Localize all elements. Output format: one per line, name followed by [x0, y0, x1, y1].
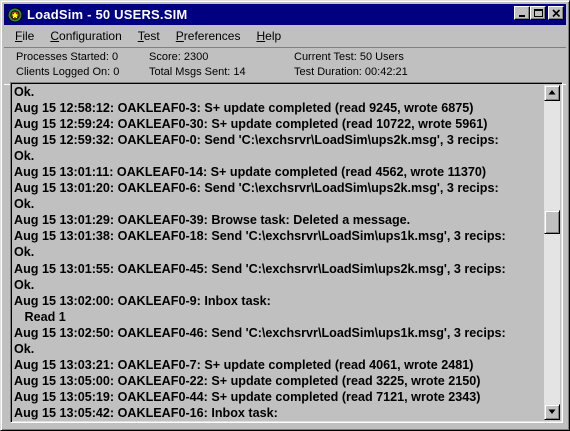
- log-line: Aug 15 13:05:00: OAKLEAF0-22: S+ update …: [14, 373, 481, 388]
- log-line: Ok.: [14, 197, 35, 212]
- log-line: Aug 15 12:59:24: OAKLEAF0-30: S+ update …: [14, 117, 488, 132]
- log-output[interactable]: Ok. Aug 15 12:58:12: OAKLEAF0-3: S+ updat…: [10, 82, 563, 423]
- menu-configuration-accel: C: [50, 29, 60, 43]
- log-line: Aug 15 13:05:42: OAKLEAF0-16: Inbox task…: [14, 405, 278, 420]
- log-line: Aug 15 13:01:38: OAKLEAF0-18: Send 'C:\e…: [14, 229, 506, 244]
- menu-preferences-rest: references: [183, 29, 241, 43]
- log-lines: Ok. Aug 15 12:58:12: OAKLEAF0-3: S+ updat…: [14, 84, 544, 421]
- menu-test-rest: est: [143, 29, 160, 43]
- status-panel: Processes Started: 0 Clients Logged On: …: [4, 47, 566, 85]
- log-line: Ok.: [14, 85, 35, 99]
- log-line: Aug 15 13:03:21: OAKLEAF0-7: S+ update c…: [14, 357, 474, 372]
- close-button[interactable]: [548, 6, 564, 20]
- title-buttons: [514, 6, 564, 20]
- menu-test[interactable]: Test: [128, 29, 166, 43]
- test-duration: Test Duration: 00:42:21: [294, 66, 408, 78]
- scroll-up-arrow-icon: [548, 90, 556, 95]
- scroll-down-button[interactable]: [544, 404, 560, 420]
- minimize-button[interactable]: [514, 6, 530, 20]
- log-line: Aug 15 13:05:19: OAKLEAF0-44: S+ update …: [14, 389, 481, 404]
- log-line: Aug 15 13:01:20: OAKLEAF0-6: Send 'C:\ex…: [14, 181, 499, 196]
- maximize-icon: [534, 9, 543, 17]
- log-line: Ok.: [14, 341, 35, 356]
- clients-logged-on: Clients Logged On: 0: [16, 66, 120, 78]
- menu-help[interactable]: Help: [246, 29, 287, 43]
- log-line: Aug 15 13:02:50: OAKLEAF0-46: Send 'C:\e…: [14, 325, 506, 340]
- title-bar[interactable]: LoadSim - 50 USERS.SIM: [4, 4, 566, 25]
- maximize-button[interactable]: [530, 6, 546, 20]
- log-line: Aug 15 13:01:55: OAKLEAF0-45: Send 'C:\e…: [14, 261, 506, 276]
- menu-file[interactable]: File: [4, 29, 40, 43]
- menu-bar: File Configuration Test Preferences Help: [4, 27, 566, 45]
- score: Score: 2300: [149, 51, 209, 63]
- menu-help-rest: elp: [265, 29, 282, 43]
- log-line: Ok.: [14, 245, 35, 260]
- menu-preferences-accel: P: [175, 29, 184, 43]
- loadsim-app-icon[interactable]: [7, 7, 23, 23]
- close-icon: [552, 9, 561, 18]
- log-line: Aug 15 13:02:00: OAKLEAF0-9: Inbox task:: [14, 293, 271, 308]
- log-line: Ok.: [14, 277, 35, 292]
- menu-file-rest: ile: [22, 29, 35, 43]
- loadsim-window: LoadSim - 50 USERS.SIM File Configuratio…: [0, 0, 570, 431]
- log-line: Aug 15 12:58:12: OAKLEAF0-3: S+ update c…: [14, 101, 474, 116]
- menu-configuration-rest: onfiguration: [59, 29, 122, 43]
- scroll-up-button[interactable]: [544, 85, 560, 101]
- menu-preferences[interactable]: Preferences: [166, 29, 247, 43]
- minimize-icon: [519, 15, 525, 17]
- log-line: Aug 15 12:59:32: OAKLEAF0-0: Send 'C:\ex…: [14, 133, 499, 148]
- scroll-down-arrow-icon: [548, 409, 556, 414]
- vertical-scrollbar[interactable]: [544, 85, 560, 420]
- total-msgs-sent: Total Msgs Sent: 14: [149, 66, 246, 78]
- window-title: LoadSim - 50 USERS.SIM: [27, 7, 188, 22]
- log-line: Aug 15 13:01:29: OAKLEAF0-39: Browse tas…: [14, 213, 411, 228]
- log-line: Aug 15 13:01:11: OAKLEAF0-14: S+ update …: [14, 165, 487, 180]
- menu-help-accel: H: [256, 29, 266, 43]
- menu-configuration[interactable]: Configuration: [40, 29, 127, 43]
- processes-started: Processes Started: 0: [16, 51, 119, 63]
- current-test: Current Test: 50 Users: [294, 51, 404, 63]
- log-line: Ok.: [14, 149, 35, 164]
- scroll-thumb[interactable]: [544, 209, 560, 234]
- log-line: Read 1: [14, 309, 66, 324]
